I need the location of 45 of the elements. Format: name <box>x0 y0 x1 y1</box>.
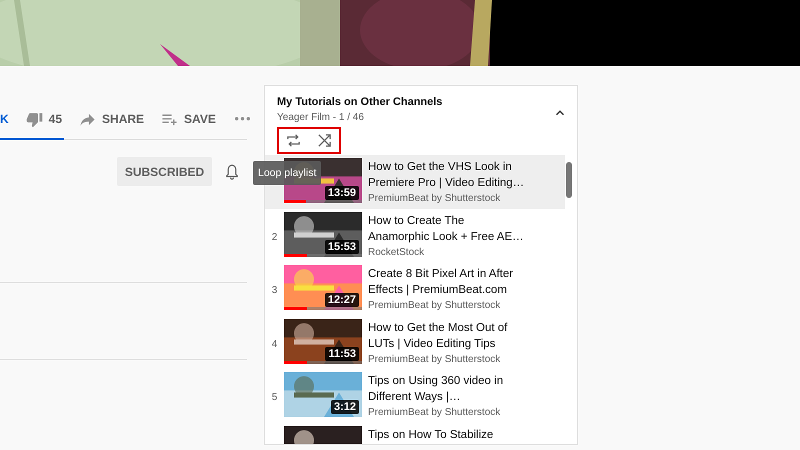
share-button[interactable]: SHARE <box>79 110 144 128</box>
channel-name: PremiumBeat by Shutterstock <box>368 407 502 418</box>
more-button[interactable] <box>234 117 250 121</box>
playlist-item[interactable]: 3 12:27 Create 8 Bit Pixel Art in After Effects | PremiumBeat.com PremiumBeat by Shutterstock <box>265 262 565 316</box>
video-title: How to Get the VHS Look in <box>368 160 513 175</box>
video-title: Effects | PremiumBeat.com <box>368 283 508 298</box>
playlist-title: My Tutorials on Other Channels <box>277 96 442 108</box>
thumbs-down-icon <box>26 110 43 128</box>
channel-name: RocketStock <box>368 246 426 258</box>
item-index: 5 <box>272 392 278 403</box>
dislike-button[interactable]: 45 <box>26 110 62 128</box>
channel-name: PremiumBeat by Shutterstock <box>368 193 502 204</box>
playlist-item[interactable]: 2 15:53 How to Create The Anamorphic Look + Free AE… RocketStock <box>265 208 565 262</box>
video-title: Tips on How To Stabilize <box>368 428 494 442</box>
subscribe-button[interactable]: SUBSCRIBED <box>117 157 212 186</box>
video-title: How to Create The <box>368 214 466 228</box>
more-icon <box>234 117 250 121</box>
save-button[interactable]: SAVE <box>161 110 216 128</box>
video-title: How to Get the Most Out of <box>368 320 508 336</box>
tooltip: Loop playlist <box>253 161 322 185</box>
duration-badge: 13:59 <box>324 186 359 200</box>
duration-badge: 12:27 <box>324 293 359 307</box>
item-index: 4 <box>272 338 278 350</box>
scrollbar-thumb[interactable] <box>566 162 572 198</box>
shuffle-icon[interactable] <box>316 132 333 149</box>
video-title: LUTs | Video Editing Tips <box>368 336 496 352</box>
duration-badge: 15:53 <box>324 240 359 254</box>
video-title: Anamorphic Look + Free AE… <box>368 230 524 244</box>
item-index: 2 <box>272 232 278 242</box>
like-button[interactable]: K <box>0 112 9 126</box>
duration-badge: 11:53 <box>325 346 359 360</box>
loop-icon[interactable] <box>285 132 302 149</box>
channel-name: PremiumBeat by Shutterstock <box>368 300 502 311</box>
playlist-item[interactable]: 5 3:12 Tips on Using 360 video in Different Ways |… PremiumBeat by Shutterstock <box>265 369 565 422</box>
video-title: Create 8 Bit Pixel Art in After <box>368 267 514 282</box>
video-title: Different Ways |… <box>368 390 462 405</box>
playlist-subtitle: Yeager Film - 1 / 46 <box>277 112 365 123</box>
playlist-item[interactable]: 4 11:53 How to Get the Most Out of LUTs | Video Editing Tips PremiumBeat by Shutterstock <box>265 316 565 369</box>
bell-icon[interactable] <box>223 162 241 180</box>
video-title: Premiere Pro | Video Editing… <box>368 176 524 191</box>
item-index: 3 <box>272 285 278 296</box>
duration-badge: 3:12 <box>330 400 359 414</box>
playlist-item[interactable]: Tips on How To Stabilize <box>265 422 565 444</box>
video-title: Tips on Using 360 video in <box>368 374 504 389</box>
channel-name: PremiumBeat by Shutterstock <box>368 354 502 364</box>
